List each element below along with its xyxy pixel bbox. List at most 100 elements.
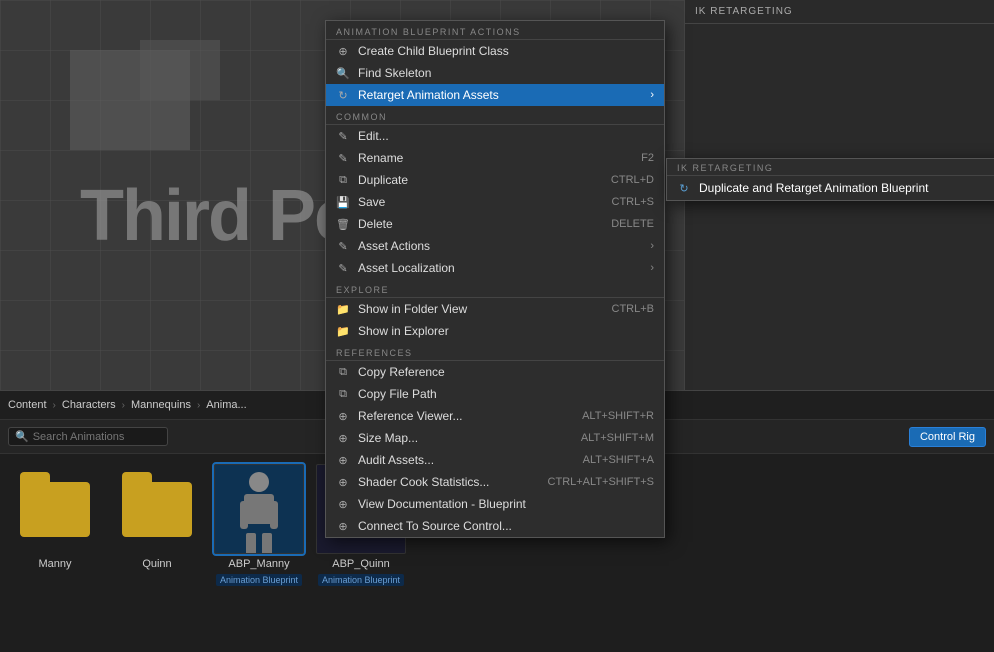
- ctx-copy-file[interactable]: ⧉ Copy File Path: [326, 383, 664, 405]
- viewport-decoration-2: [140, 40, 220, 100]
- robot-arm-left: [240, 501, 248, 529]
- show-folder-icon: 📁: [336, 302, 350, 316]
- ctx-copy-ref[interactable]: ⧉ Copy Reference: [326, 361, 664, 383]
- ref-viewer-icon: ⊕: [336, 409, 350, 423]
- rename-icon: ✎: [336, 151, 350, 165]
- ctx-copy-ref-label: Copy Reference: [358, 365, 654, 379]
- ctx-rename[interactable]: ✎ Rename F2: [326, 147, 664, 169]
- audit-shortcut: ALT+SHIFT+A: [583, 454, 654, 466]
- ctx-retarget[interactable]: ↻ Retarget Animation Assets › IK RETARGE…: [326, 84, 664, 106]
- ctx-ref-viewer-label: Reference Viewer...: [358, 409, 574, 423]
- duplicate-shortcut: CTRL+D: [611, 174, 654, 186]
- ctx-shader-cook-label: Shader Cook Statistics...: [358, 475, 540, 489]
- submenu-duplicate-retarget[interactable]: ↻ Duplicate and Retarget Animation Bluep…: [667, 176, 994, 200]
- robot-figure: [229, 472, 289, 547]
- ctx-audit-label: Audit Assets...: [358, 453, 575, 467]
- copy-file-icon: ⧉: [336, 387, 350, 401]
- save-icon: 💾: [336, 195, 350, 209]
- quinn-thumb: [112, 464, 202, 554]
- robot-arm-right: [270, 501, 278, 529]
- size-map-icon: ⊕: [336, 431, 350, 445]
- ctx-connect-source[interactable]: ⊕ Connect To Source Control...: [326, 515, 664, 537]
- retarget-arrow-icon: ›: [650, 89, 654, 101]
- control-rig-button[interactable]: Control Rig: [909, 427, 986, 447]
- asset-quinn[interactable]: Quinn: [112, 464, 202, 570]
- ctx-edit[interactable]: ✎ Edit...: [326, 125, 664, 147]
- quinn-label: Quinn: [142, 558, 171, 570]
- ctx-create-child[interactable]: ⊕ Create Child Blueprint Class: [326, 40, 664, 62]
- ctx-edit-label: Edit...: [358, 129, 654, 143]
- ctx-ref-viewer[interactable]: ⊕ Reference Viewer... ALT+SHIFT+R: [326, 405, 664, 427]
- ctx-connect-source-label: Connect To Source Control...: [358, 519, 654, 533]
- breadcrumb-sep-3: ›: [197, 400, 200, 411]
- ctx-view-doc[interactable]: ⊕ View Documentation - Blueprint: [326, 493, 664, 515]
- size-map-shortcut: ALT+SHIFT+M: [581, 432, 654, 444]
- copy-ref-icon: ⧉: [336, 365, 350, 379]
- breadcrumb-characters[interactable]: Characters: [62, 399, 116, 411]
- breadcrumb-sep-1: ›: [53, 400, 56, 411]
- breadcrumb-anima[interactable]: Anima...: [206, 399, 246, 411]
- shader-cook-icon: ⊕: [336, 475, 350, 489]
- ctx-audit[interactable]: ⊕ Audit Assets... ALT+SHIFT+A: [326, 449, 664, 471]
- ctx-asset-localization-label: Asset Localization: [358, 261, 642, 275]
- search-input[interactable]: [33, 431, 153, 443]
- ctx-duplicate-label: Duplicate: [358, 173, 603, 187]
- connect-source-icon: ⊕: [336, 519, 350, 533]
- delete-icon: 🗑: [336, 217, 350, 231]
- ctx-delete[interactable]: 🗑 Delete DELETE: [326, 213, 664, 235]
- ctx-save-label: Save: [358, 195, 604, 209]
- ctx-show-explorer[interactable]: 📁 Show in Explorer: [326, 320, 664, 342]
- abp-manny-thumb: [214, 464, 304, 554]
- ctx-section-references: REFERENCES: [326, 344, 664, 361]
- manny-thumb: [10, 464, 100, 554]
- ctx-asset-actions[interactable]: ✎ Asset Actions ›: [326, 235, 664, 257]
- quinn-folder-icon: [122, 482, 192, 537]
- asset-abp-manny[interactable]: ABP_Manny Animation Blueprint: [214, 464, 304, 586]
- ctx-section-explore: EXPLORE: [326, 281, 664, 298]
- asset-manny[interactable]: Manny: [10, 464, 100, 570]
- show-folder-shortcut: CTRL+B: [612, 303, 655, 315]
- shader-cook-shortcut: CTRL+ALT+SHIFT+S: [548, 476, 654, 488]
- duplicate-retarget-icon: ↻: [677, 181, 691, 195]
- asset-localization-icon: ✎: [336, 261, 350, 275]
- create-child-icon: ⊕: [336, 44, 350, 58]
- manny-label: Manny: [38, 558, 71, 570]
- show-explorer-icon: 📁: [336, 324, 350, 338]
- view-doc-icon: ⊕: [336, 497, 350, 511]
- ctx-section-anim-actions: ANIMATION BLUEPRINT ACTIONS: [326, 23, 664, 40]
- asset-actions-icon: ✎: [336, 239, 350, 253]
- breadcrumb-content[interactable]: Content: [8, 399, 47, 411]
- rename-shortcut: F2: [641, 152, 654, 164]
- ctx-save[interactable]: 💾 Save CTRL+S: [326, 191, 664, 213]
- ctx-retarget-label: Retarget Animation Assets: [358, 88, 642, 102]
- robot-leg-left: [246, 533, 256, 555]
- find-skeleton-icon: 🔍: [336, 66, 350, 80]
- retarget-submenu: IK RETARGETING ↻ Duplicate and Retarget …: [666, 158, 994, 201]
- abp-quinn-sublabel: Animation Blueprint: [318, 574, 404, 586]
- ctx-show-folder[interactable]: 📁 Show in Folder View CTRL+B: [326, 298, 664, 320]
- ref-viewer-shortcut: ALT+SHIFT+R: [582, 410, 654, 422]
- retarget-submenu-header: IK RETARGETING: [667, 159, 994, 176]
- ctx-rename-label: Rename: [358, 151, 633, 165]
- abp-quinn-label: ABP_Quinn: [332, 558, 389, 570]
- duplicate-icon: ⧉: [336, 173, 350, 187]
- ctx-create-child-label: Create Child Blueprint Class: [358, 44, 654, 58]
- breadcrumb-mannequins[interactable]: Mannequins: [131, 399, 191, 411]
- ctx-asset-localization[interactable]: ✎ Asset Localization ›: [326, 257, 664, 279]
- ik-panel-title: IK RETARGETING: [695, 6, 793, 17]
- abp-manny-label: ABP_Manny: [228, 558, 289, 570]
- ctx-shader-cook[interactable]: ⊕ Shader Cook Statistics... CTRL+ALT+SHI…: [326, 471, 664, 493]
- search-box[interactable]: 🔍: [8, 427, 168, 446]
- asset-actions-arrow-icon: ›: [650, 240, 654, 252]
- breadcrumb-sep-2: ›: [122, 400, 125, 411]
- save-shortcut: CTRL+S: [612, 196, 655, 208]
- ctx-duplicate[interactable]: ⧉ Duplicate CTRL+D: [326, 169, 664, 191]
- asset-localization-arrow-icon: ›: [650, 262, 654, 274]
- submenu-duplicate-retarget-label: Duplicate and Retarget Animation Bluepri…: [699, 181, 994, 195]
- edit-icon: ✎: [336, 129, 350, 143]
- ctx-size-map-label: Size Map...: [358, 431, 573, 445]
- search-icon: 🔍: [15, 430, 29, 443]
- ctx-section-common: COMMON: [326, 108, 664, 125]
- ctx-find-skeleton[interactable]: 🔍 Find Skeleton: [326, 62, 664, 84]
- ctx-size-map[interactable]: ⊕ Size Map... ALT+SHIFT+M: [326, 427, 664, 449]
